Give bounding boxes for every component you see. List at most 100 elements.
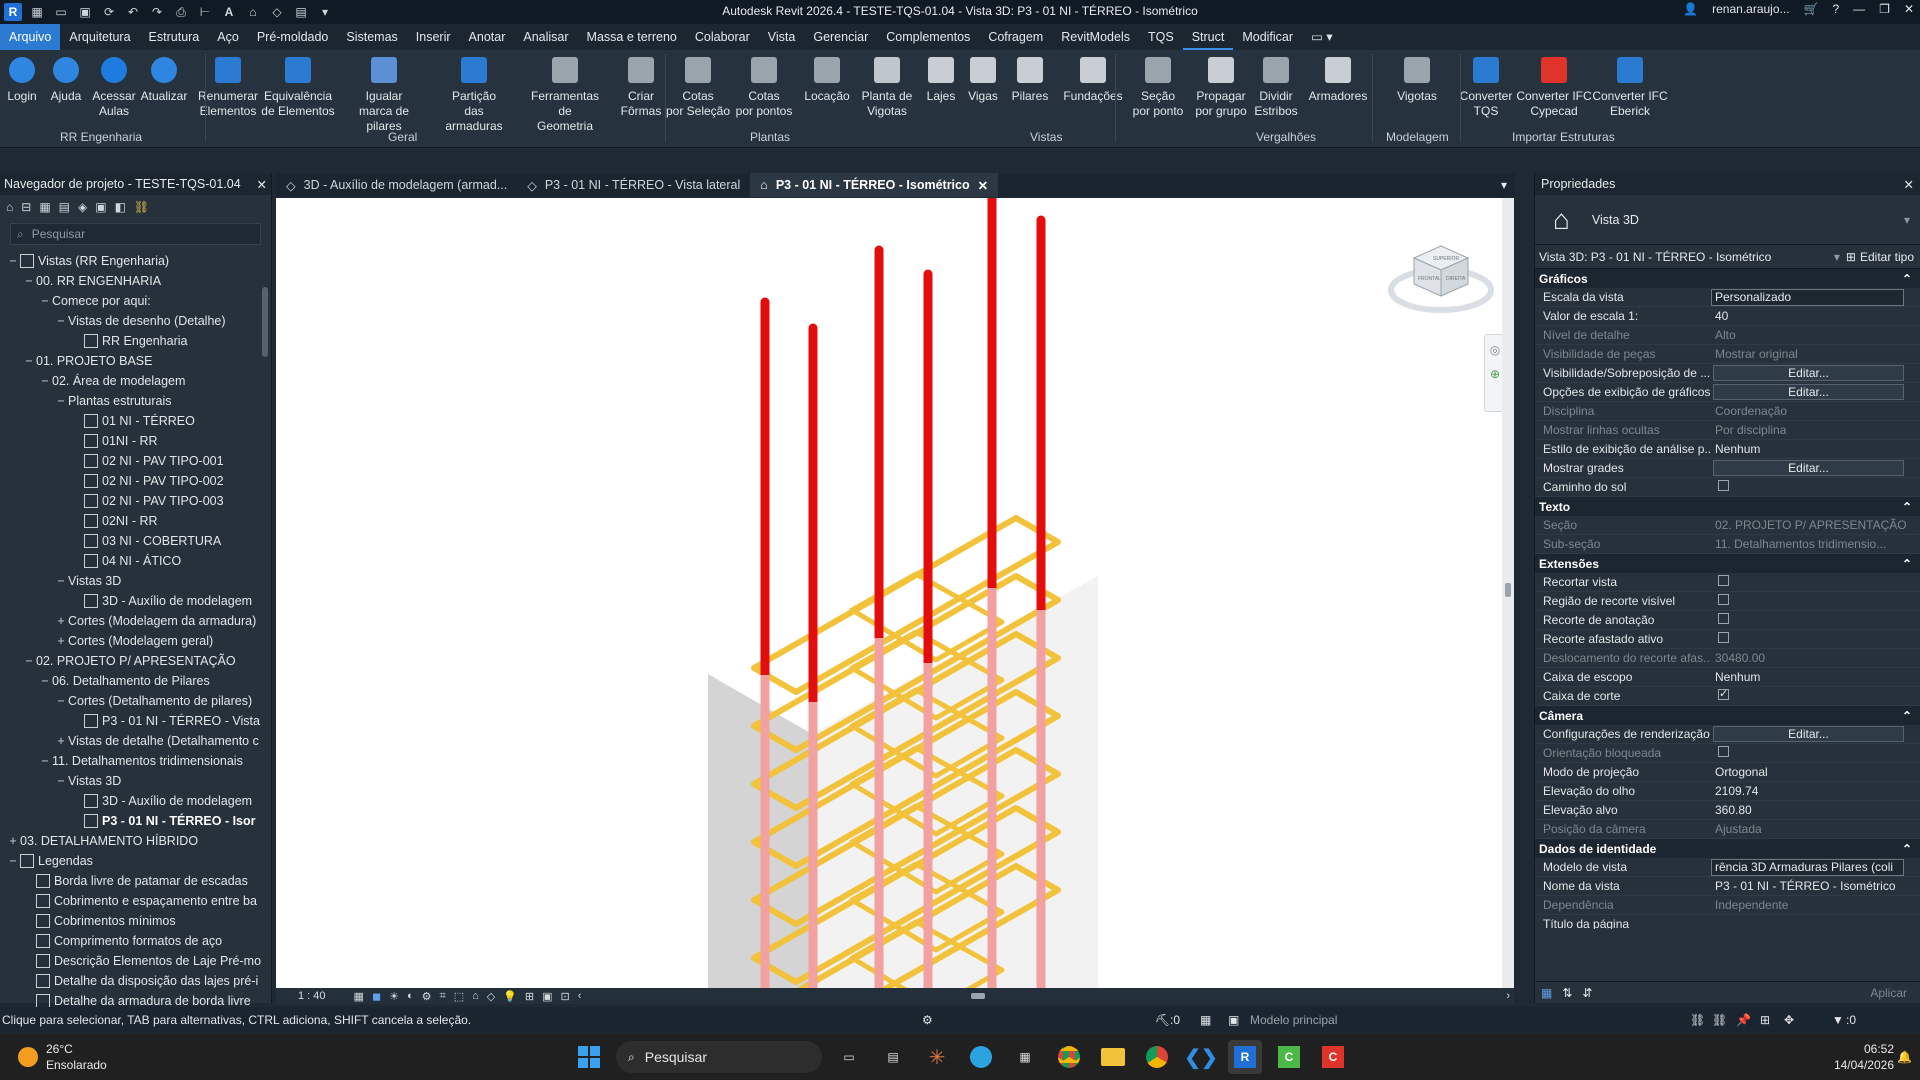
select-links-icon[interactable]: ⛓ [1690,1013,1705,1027]
reveal-constraints-icon[interactable]: ⊡ [561,990,570,1003]
tree-item[interactable]: RR Engenharia [0,331,271,351]
property-row[interactable]: Configurações de renderização Editar... [1535,725,1920,744]
ribbon-button-8[interactable]: Ferramentas de Geometria [525,54,605,134]
browser-scrollbar[interactable] [261,277,269,997]
task-view-icon[interactable]: ▭ [832,1040,866,1074]
editable-icon[interactable]: ⛏ [1155,1013,1170,1027]
tree-item[interactable]: 04 NI - ÁTICO [0,551,271,571]
collapse-icon[interactable]: − [38,374,52,388]
customize-qat-icon[interactable]: ▾ [316,3,334,21]
property-checkbox[interactable] [1718,575,1729,586]
sync-icon[interactable]: ⟳ [100,3,118,21]
restore-button[interactable]: ❐ [1879,2,1890,16]
property-row[interactable]: Elevação do olho 2109.74 [1535,782,1920,801]
view-tab[interactable]: ◇ 3D - Auxílio de modelagem (armad... [276,173,517,197]
collapse-icon[interactable]: − [38,674,52,688]
chrome-profile-icon[interactable] [1140,1040,1174,1074]
user-name[interactable]: renan.araujo... [1712,2,1789,16]
collapse-icon[interactable]: ⌃ [1902,272,1912,286]
family-icon[interactable]: ◈ [78,200,87,214]
expand-icon[interactable]: + [54,614,68,628]
menu-11[interactable]: Vista [759,24,805,50]
close-icon[interactable]: ✕ [1904,177,1914,192]
edit-button[interactable]: Editar... [1713,726,1904,742]
menu-1[interactable]: Arquitetura [60,24,139,50]
tree-item[interactable]: −02. Área de modelagem [0,371,271,391]
measure-icon[interactable]: ⊢ [196,3,214,21]
property-checkbox[interactable] [1718,689,1729,700]
menu-2[interactable]: Estrutura [140,24,209,50]
steering-wheel-icon[interactable]: ◎ [1490,343,1500,357]
menu-0[interactable]: Arquivo [0,24,61,50]
menu-16[interactable]: TQS [1139,24,1183,50]
telegram-icon[interactable] [964,1040,998,1074]
property-value[interactable]: 360.80 [1711,803,1920,817]
ribbon-button-6[interactable]: Igualar marca de pilares [344,54,424,134]
lock-view-icon[interactable]: ⌂ [472,990,479,1002]
3d-view-icon[interactable]: ⌂ [244,3,262,21]
tree-item[interactable]: P3 - 01 NI - TÉRREO - Vista [0,711,271,731]
property-value[interactable]: Ortogonal [1711,765,1920,779]
grid-icon[interactable]: ▦ [39,200,50,214]
menu-15[interactable]: RevitModels [1052,24,1139,50]
tree-item[interactable]: −01. PROJETO BASE [0,351,271,371]
active-workset[interactable]: Modelo principal [1250,1013,1337,1027]
print-icon[interactable]: ⎙ [172,3,190,21]
property-row[interactable]: Região de recorte visível [1535,592,1920,611]
zoom-icon[interactable]: ⊕ [1490,367,1500,381]
view-scale[interactable]: 1 : 40 [298,990,326,1002]
property-row[interactable]: Caixa de corte [1535,687,1920,706]
collapse-icon[interactable]: − [54,574,68,588]
prop-section-header[interactable]: Texto ⌃ [1535,497,1920,516]
menu-13[interactable]: Complementos [877,24,979,50]
menu-14[interactable]: Cofragem [979,24,1052,50]
taskbar-search-text[interactable]: Pesquisar [645,1049,707,1065]
link-icon[interactable]: ⛓ [134,200,149,214]
cart-icon[interactable]: 🛒 [1804,2,1819,16]
notification-icon[interactable]: 🔔 [1897,1050,1912,1064]
collapse-icon[interactable]: − [38,294,52,308]
edit-button[interactable]: Editar... [1713,384,1904,400]
close-tab-icon[interactable]: ✕ [978,178,988,193]
close-button[interactable]: ✕ [1904,2,1914,16]
reveal-hidden-icon[interactable]: 💡 [503,990,517,1003]
tree-item[interactable]: 3D - Auxílio de modelagem [0,791,271,811]
prop-section-header[interactable]: Dados de identidade ⌃ [1535,839,1920,858]
prop-section-header[interactable]: Extensões ⌃ [1535,554,1920,573]
tree-item[interactable]: − Legendas [0,851,271,871]
redo-icon[interactable]: ↷ [148,3,166,21]
tree-item[interactable]: + Cortes (Modelagem geral) [0,631,271,651]
property-row[interactable]: Título da página [1535,915,1920,929]
collapse-icon[interactable]: − [54,694,68,708]
ribbon-options-icon[interactable]: ▭ ▾ [1302,24,1342,50]
property-value[interactable]: P3 - 01 NI - TÉRREO - Isométrico [1711,879,1920,893]
analytical-icon[interactable]: ⊞ [525,990,534,1003]
collapse-icon[interactable]: − [22,354,36,368]
apply-button[interactable]: Aplicar [1870,986,1907,1000]
tree-item[interactable]: − Vistas (RR Engenharia) [0,251,271,271]
tree-item[interactable]: 03 NI - COBERTURA [0,531,271,551]
home-icon[interactable]: ▦ [28,3,46,21]
tree-item[interactable]: Borda livre de patamar de escadas [0,871,271,891]
switch-windows-icon[interactable]: ▤ [292,3,310,21]
property-row[interactable]: Modo de projeção Ortogonal [1535,763,1920,782]
tab-list-icon[interactable]: ▾ [1501,178,1507,192]
tree-item[interactable]: Cobrimento e espaçamento entre ba [0,891,271,911]
view-tab[interactable]: ⌂ P3 - 01 NI - TÉRREO - Isométrico ✕ [750,173,999,197]
prop-section-header[interactable]: Câmera ⌃ [1535,706,1920,725]
edit-type-button[interactable]: Editar tipo [1860,250,1914,264]
worksharing-icon[interactable]: ⚙ [922,1013,933,1027]
property-value[interactable]: 2109.74 [1711,784,1920,798]
menu-12[interactable]: Gerenciar [804,24,877,50]
tree-item[interactable]: 02NI - RR [0,511,271,531]
text-icon[interactable]: A [220,3,238,21]
property-checkbox[interactable] [1718,594,1729,605]
sort-icon[interactable]: ⇅ [1562,986,1572,1000]
red-app-icon[interactable]: C [1316,1040,1350,1074]
open-icon[interactable]: ▭ [52,3,70,21]
ribbon-button-5[interactable]: Equivalência de Elementos [258,54,338,119]
render-icon[interactable]: ⚙ [422,990,432,1003]
property-row[interactable]: Elevação alvo 360.80 [1535,801,1920,820]
collapse-icon[interactable]: ⌃ [1902,557,1912,571]
property-checkbox[interactable] [1718,480,1729,491]
